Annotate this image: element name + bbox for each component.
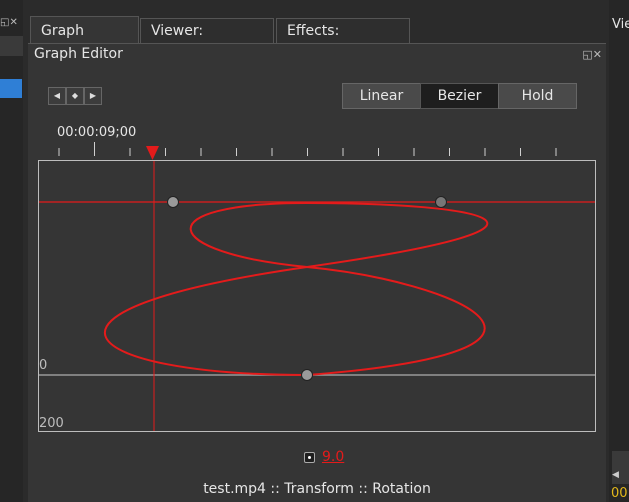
playhead-marker-icon[interactable] <box>146 146 159 160</box>
y-axis-label-top: 0 <box>39 358 48 373</box>
y-axis-label-bottom: 200 <box>39 416 64 431</box>
right-dock-panel: Vie ◀ 00 <box>609 0 629 502</box>
chevron-left-icon[interactable]: ◀ <box>612 470 619 480</box>
left-dock-title-buttons: ◱✕ <box>0 16 23 30</box>
toggle-keyframe-button[interactable]: ◆ <box>66 87 84 105</box>
playhead-timecode: 00:00:09;00 <box>57 125 137 140</box>
tab-graph-editor[interactable]: Graph Editor <box>30 16 139 67</box>
prev-keyframe-button[interactable]: ◀ <box>48 87 66 105</box>
keyframe-navigation: ◀ ◆ ▶ <box>48 87 102 106</box>
panel-title-buttons: ◱✕ <box>582 48 602 61</box>
parameter-path-label: test.mp4 :: Transform :: Rotation <box>203 481 431 497</box>
graph-svg <box>39 161 595 431</box>
close-icon[interactable]: ✕ <box>593 48 602 61</box>
float-icon[interactable]: ◱ <box>582 48 592 61</box>
graph-area[interactable]: 0 200 <box>38 160 596 432</box>
tab-viewer[interactable]: Viewer: test.mp4 <box>140 18 274 64</box>
chevron-right-icon: ▶ <box>89 91 97 100</box>
left-dock-panel: ◱✕ ⋮ <box>0 0 33 502</box>
chevron-left-icon: ◀ <box>53 91 61 100</box>
hold-button[interactable]: Hold <box>498 83 577 109</box>
ruler-svg <box>58 142 557 160</box>
timeline-ruler[interactable] <box>38 140 596 160</box>
bezier-handle-left[interactable] <box>167 196 179 208</box>
left-dock-selected-item[interactable] <box>0 79 22 98</box>
linear-button[interactable]: Linear <box>342 83 421 109</box>
keyframe-toggle-icon[interactable] <box>304 451 315 463</box>
interpolation-buttons: Linear Bezier Hold <box>342 83 577 109</box>
panel-title: Graph Editor <box>34 46 123 62</box>
close-icon[interactable]: ✕ <box>9 17 17 28</box>
tab-effects[interactable]: Effects: test.mp4 <box>276 18 410 64</box>
bezier-curve-path[interactable] <box>103 201 489 376</box>
value-field[interactable]: 9.0 <box>322 449 344 465</box>
right-dock-tab-label[interactable]: Vie <box>612 17 629 32</box>
bezier-handle-right[interactable] <box>435 196 447 208</box>
left-splitter-grip-icon[interactable]: ⋮ <box>25 253 33 269</box>
bezier-button[interactable]: Bezier <box>420 83 499 109</box>
value-row: 9.0 <box>304 448 344 466</box>
next-keyframe-button[interactable]: ▶ <box>84 87 102 105</box>
tab-bar: Graph Editor Viewer: test.mp4 Effects: t… <box>28 14 606 67</box>
right-dock-timecode: 00 <box>611 486 628 501</box>
diamond-icon: ◆ <box>71 91 79 100</box>
graph-editor-panel: Graph Editor ◱✕ ◀ ◆ ▶ Linear Bezier Hold… <box>28 44 606 502</box>
ruler-ticks <box>58 142 557 156</box>
keyframe-point[interactable] <box>301 369 313 381</box>
left-dock-header-strip <box>0 36 23 56</box>
